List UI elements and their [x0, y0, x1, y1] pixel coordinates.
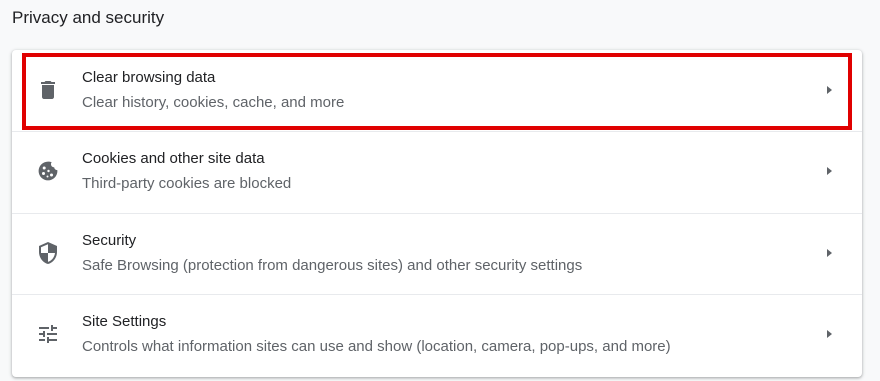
row-sublabel: Third-party cookies are blocked: [82, 175, 292, 192]
security-row[interactable]: Security Safe Browsing (protection from …: [12, 213, 862, 294]
row-label: Security: [82, 232, 137, 249]
row-sublabel: Clear history, cookies, cache, and more: [82, 94, 345, 111]
site-settings-row[interactable]: Site Settings Controls what information …: [12, 294, 862, 375]
trash-icon: [36, 78, 60, 102]
chevron-right-icon: [822, 327, 836, 341]
privacy-settings-card: Clear browsing data Clear history, cooki…: [12, 50, 862, 377]
row-label: Cookies and other site data: [82, 150, 265, 167]
row-sublabel: Safe Browsing (protection from dangerous…: [82, 257, 583, 274]
section-title: Privacy and security: [12, 8, 165, 27]
row-label: Clear browsing data: [82, 69, 216, 86]
tune-icon: [36, 322, 60, 346]
chevron-right-icon: [822, 246, 836, 260]
shield-icon: [36, 241, 60, 265]
cookie-icon: [36, 159, 60, 183]
row-label: Site Settings: [82, 313, 167, 330]
chevron-right-icon: [822, 83, 836, 97]
row-sublabel: Controls what information sites can use …: [82, 338, 671, 355]
cookies-site-data-row[interactable]: Cookies and other site data Third-party …: [12, 131, 862, 212]
chevron-right-icon: [822, 164, 836, 178]
clear-browsing-data-row[interactable]: Clear browsing data Clear history, cooki…: [12, 50, 862, 131]
